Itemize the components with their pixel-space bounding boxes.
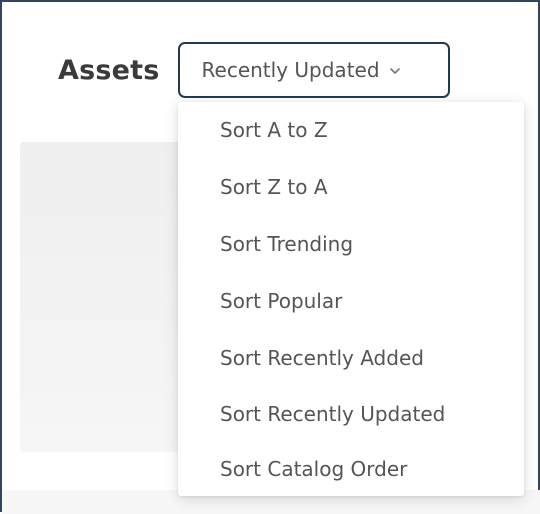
sort-selected-label: Recently Updated [201,58,380,82]
sort-option-trending[interactable]: Sort Trending [220,226,353,262]
sort-option-catalog-order[interactable]: Sort Catalog Order [220,451,407,487]
assets-header: Assets Recently Updated [58,42,450,98]
sort-option-popular[interactable]: Sort Popular [220,283,342,319]
sort-dropdown-button[interactable]: Recently Updated [177,42,450,98]
sort-option-z-to-a[interactable]: Sort Z to A [220,169,328,205]
page-title: Assets [58,54,160,86]
sort-options-menu: Sort A to Z Sort Z to A Sort Trending So… [178,102,524,496]
assets-panel: Assets Recently Updated Sort A to Z Sort… [0,0,540,514]
chevron-down-icon [388,64,402,78]
sort-option-a-to-z[interactable]: Sort A to Z [220,112,328,148]
sort-option-recently-added[interactable]: Sort Recently Added [220,340,424,376]
sort-option-recently-updated[interactable]: Sort Recently Updated [220,396,445,432]
